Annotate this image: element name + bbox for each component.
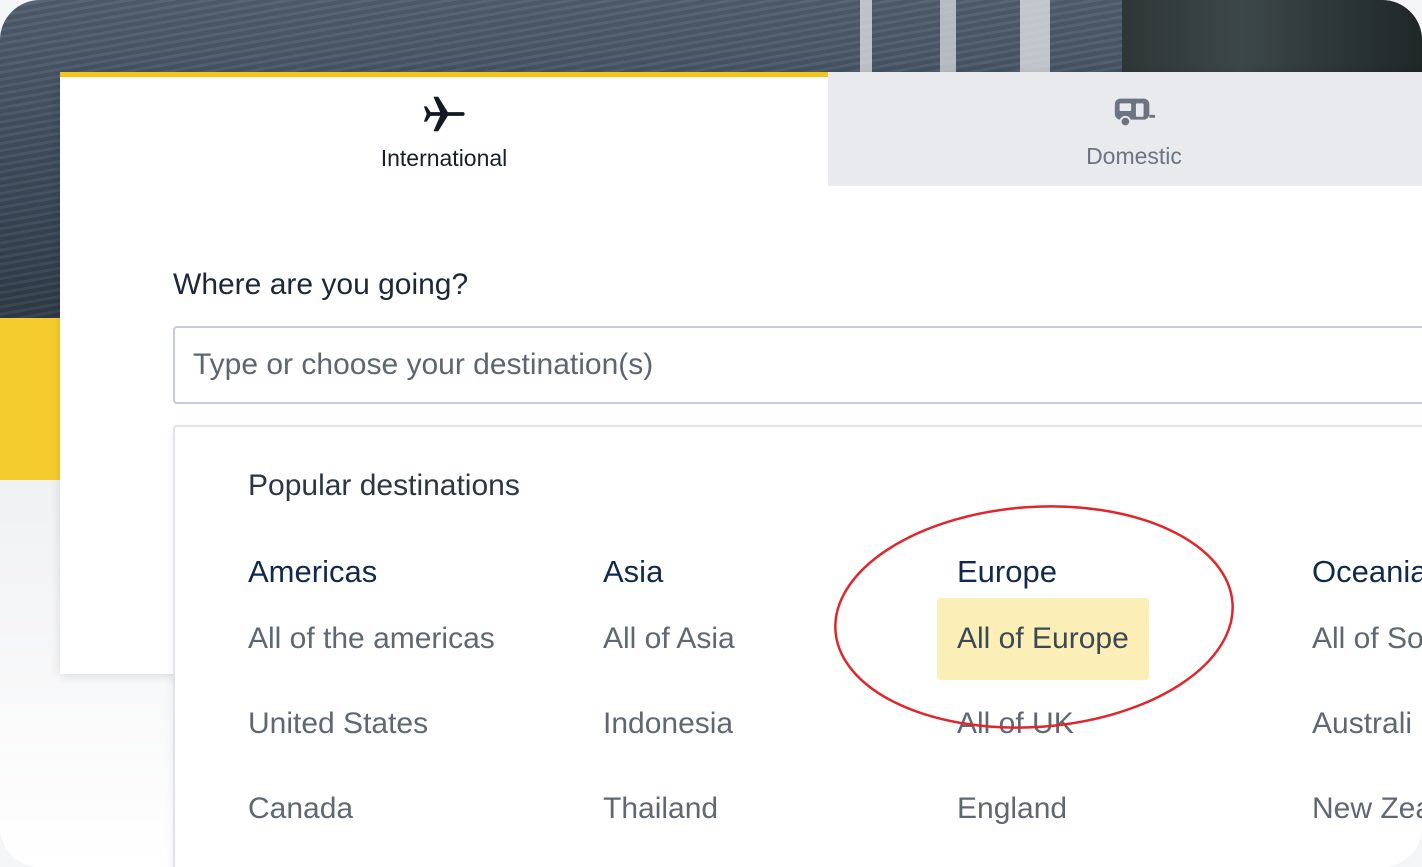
screenshot-frame: International Domestic Where are you goi… bbox=[0, 0, 1422, 867]
column-heading: Europe bbox=[957, 554, 1057, 589]
column-heading: Americas bbox=[248, 554, 378, 589]
airplane-icon bbox=[423, 96, 465, 132]
destination-option[interactable]: All of Asia bbox=[603, 619, 735, 659]
column-europe: Europe All of Europe All of UK England bbox=[937, 552, 1149, 825]
background-posts bbox=[720, 0, 1140, 75]
destination-option[interactable]: England bbox=[957, 789, 1067, 829]
tab-domestic[interactable]: Domestic bbox=[828, 72, 1422, 186]
destination-option[interactable]: All of the americas bbox=[248, 619, 495, 659]
background-cliff bbox=[1122, 0, 1422, 75]
column-asia: Asia All of Asia Indonesia Thailand bbox=[603, 552, 735, 825]
destination-option[interactable]: All of So bbox=[1312, 619, 1422, 659]
destination-option-highlighted[interactable]: All of Europe bbox=[937, 598, 1149, 680]
destination-option[interactable]: United States bbox=[248, 704, 428, 744]
destination-option[interactable]: All of UK bbox=[957, 704, 1074, 744]
destination-option[interactable]: Canada bbox=[248, 789, 353, 829]
destination-question: Where are you going? bbox=[173, 268, 469, 301]
tab-international[interactable]: International bbox=[60, 72, 828, 186]
destination-option[interactable]: Australi bbox=[1312, 704, 1412, 744]
column-oceania: Oceania All of So Australi New Zea bbox=[1312, 552, 1422, 825]
column-americas: Americas All of the americas United Stat… bbox=[248, 552, 495, 825]
popular-destinations-title: Popular destinations bbox=[248, 469, 520, 502]
column-heading: Oceania bbox=[1312, 554, 1422, 589]
destination-option[interactable]: Thailand bbox=[603, 789, 718, 829]
tab-international-label: International bbox=[380, 145, 508, 171]
destination-option[interactable]: Indonesia bbox=[603, 704, 733, 744]
destination-input[interactable] bbox=[173, 326, 1422, 404]
destination-option[interactable]: New Zea bbox=[1312, 789, 1422, 829]
tab-domestic-label: Domestic bbox=[1086, 142, 1182, 169]
caravan-icon bbox=[1114, 98, 1156, 127]
column-heading: Asia bbox=[603, 554, 664, 589]
destinations-dropdown: Popular destinations Americas All of the… bbox=[173, 425, 1422, 867]
